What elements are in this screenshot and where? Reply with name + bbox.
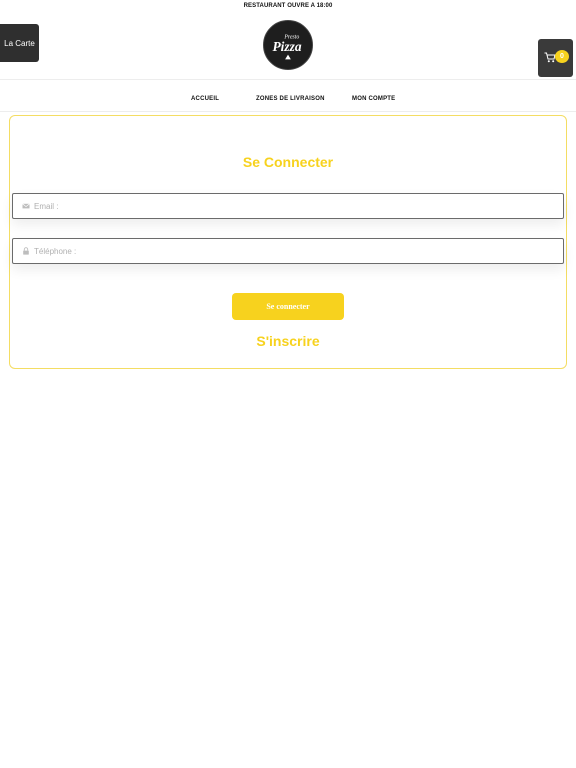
login-title: Se Connecter	[242, 154, 334, 170]
email-field-container[interactable]	[12, 193, 564, 219]
email-input[interactable]	[34, 201, 534, 211]
nav-divider-bottom	[0, 111, 576, 112]
register-link[interactable]: S'inscrire	[9, 333, 567, 349]
nav-zones-de-livraison[interactable]: ZONES DE LIVRAISON	[256, 96, 325, 102]
opening-hours-banner: RESTAURANT OUVRE A 18:00	[243, 3, 333, 9]
la-carte-button[interactable]: La Carte	[0, 24, 39, 62]
nav-divider-top	[0, 79, 576, 80]
cart-count-badge: 0	[555, 50, 569, 63]
envelope-icon	[22, 203, 30, 209]
logo-pizza-slice-mark	[285, 54, 291, 60]
presto-pizza-logo[interactable]: Presto Pizza	[263, 20, 313, 70]
se-connecter-button[interactable]: Se connecter	[232, 293, 344, 320]
cart-button[interactable]: 0	[538, 39, 573, 77]
nav-mon-compte[interactable]: MON COMPTE	[352, 96, 395, 102]
main-nav: ACCUEIL ZONES DE LIVRAISON MON COMPTE	[0, 96, 576, 106]
phone-field-container[interactable]	[12, 238, 564, 264]
lock-icon	[23, 247, 29, 255]
nav-accueil[interactable]: ACCUEIL	[191, 96, 219, 102]
pizza-logo: Presto Pizza	[272, 34, 302, 60]
phone-input[interactable]	[34, 246, 534, 256]
logo-word-pizza: Pizza	[272, 39, 301, 54]
